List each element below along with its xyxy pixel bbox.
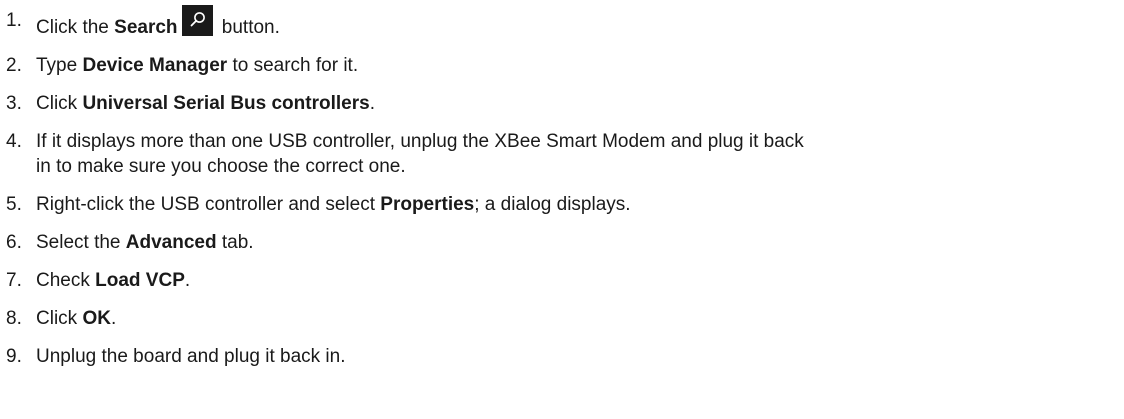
step-text: . [184, 270, 191, 291]
step-text-line-1: If it displays more than one USB control… [36, 131, 804, 152]
step-5: 5. Right-click the USB controller and sel… [6, 192, 1118, 217]
step-text: Click [36, 93, 83, 114]
step-text: tab. [216, 232, 254, 253]
step-number: 3. [6, 93, 22, 114]
step-1: 1. Click the Search button. [6, 0, 1118, 40]
step-text: Right-click the USB controller and selec… [36, 194, 381, 215]
step-number: 2. [6, 55, 22, 76]
step-text: Check [36, 270, 96, 291]
step-text: ; a dialog displays. [474, 194, 631, 215]
step-4: 4. If it displays more than one USB contr… [6, 129, 1118, 179]
step-number: 6. [6, 232, 22, 253]
step-number: 1. [6, 10, 22, 31]
advanced-tab-label: Advanced [125, 232, 217, 253]
step-text: button. [216, 17, 280, 38]
step-9: 9. Unplug the board and plug it back in. [6, 344, 1118, 369]
step-3: 3. Click Universal Serial Bus controllers… [6, 91, 1118, 116]
step-number: 8. [6, 308, 22, 329]
step-text-line-2: in to make sure you choose the correct o… [36, 156, 406, 177]
device-manager-label: Device Manager [82, 55, 228, 76]
search-label: Search [114, 17, 178, 38]
step-6: 6. Select the Advanced tab. [6, 230, 1118, 255]
step-text: to search for it. [227, 55, 359, 76]
step-2: 2. Type Device Manager to search for it. [6, 53, 1118, 78]
step-text: Unplug the board and plug it back in. [36, 346, 346, 367]
step-7: 7. Check Load VCP. [6, 268, 1118, 293]
ok-label: OK [82, 308, 111, 329]
search-icon [181, 5, 213, 36]
step-number: 9. [6, 346, 22, 367]
instruction-steps-list: 1. Click the Search button. 2. Type Device… [6, 0, 1118, 382]
step-number: 5. [6, 194, 22, 215]
step-text: . [110, 308, 117, 329]
step-text: Select the [36, 232, 126, 253]
step-text: Click [36, 308, 83, 329]
properties-label: Properties [380, 194, 475, 215]
step-number: 4. [6, 131, 22, 152]
step-text: . [369, 93, 375, 114]
step-text: Type [36, 55, 83, 76]
load-vcp-label: Load VCP [95, 270, 185, 291]
step-8: 8. Click OK. [6, 306, 1118, 331]
step-number: 7. [6, 270, 22, 291]
usb-controllers-label: Universal Serial Bus controllers [82, 93, 370, 114]
step-text: Click the [36, 17, 115, 38]
